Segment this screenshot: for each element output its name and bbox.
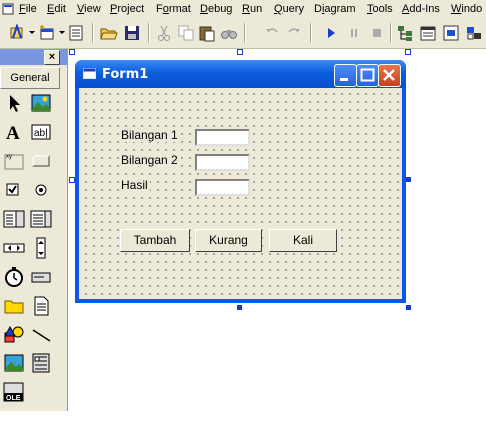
menu-view[interactable]: View — [77, 3, 101, 15]
toolbox-panel: × General A ab| xy OLE — [0, 49, 68, 411]
add-form-dropdown-icon[interactable] — [59, 31, 65, 34]
svg-text:A: A — [6, 123, 20, 143]
maximize-button[interactable] — [356, 64, 379, 87]
object-browser-icon[interactable] — [465, 24, 483, 42]
combobox-icon[interactable] — [3, 208, 25, 230]
start-icon[interactable] — [322, 24, 340, 42]
menu-bar: File Edit View Project Format Debug Run Query Di… — [0, 0, 486, 19]
menu-query[interactable]: Query — [274, 3, 304, 15]
redo-icon[interactable] — [285, 24, 303, 42]
menu-editor-icon[interactable] — [67, 24, 85, 42]
copy-icon[interactable] — [177, 24, 195, 42]
commandbutton-icon[interactable] — [30, 150, 52, 172]
tambah-button[interactable]: Tambah — [120, 229, 190, 252]
open-project-icon[interactable] — [100, 24, 118, 42]
vb-app-icon — [2, 3, 14, 15]
form-titlebar[interactable]: Form1 — [75, 60, 406, 88]
textbox-icon[interactable]: ab| — [30, 121, 52, 143]
textbox-hasil[interactable] — [195, 179, 250, 196]
image-icon[interactable] — [3, 352, 25, 374]
add-project-icon[interactable] — [8, 24, 26, 42]
resize-handle[interactable] — [406, 177, 411, 182]
line-icon[interactable] — [30, 324, 52, 346]
optionbutton-icon[interactable] — [30, 179, 52, 201]
toolbar-separator — [244, 23, 246, 43]
drivelistbox-icon[interactable] — [30, 266, 52, 288]
svg-text:OLE: OLE — [6, 395, 21, 402]
minimize-icon — [340, 78, 348, 81]
label-bilangan-1[interactable]: Bilangan 1 — [119, 128, 180, 142]
menu-project[interactable]: Project — [110, 3, 144, 15]
menu-file[interactable]: File — [19, 3, 37, 15]
paste-icon[interactable] — [198, 24, 216, 42]
frame-icon[interactable]: xy — [3, 150, 25, 172]
form-designer-window[interactable]: Form1 Bilangan 1 Bilangan 2 Hasil Tambah… — [75, 60, 406, 303]
add-project-dropdown-icon[interactable] — [29, 31, 35, 34]
dirlistbox-icon[interactable] — [3, 295, 25, 317]
standard-toolbar — [0, 19, 486, 49]
menu-diagram[interactable]: Diagram — [314, 3, 356, 15]
toolbar-separator — [310, 23, 312, 43]
form-client-area[interactable]: Bilangan 1 Bilangan 2 Hasil Tambah Kuran… — [79, 88, 402, 299]
toolbox-tab-general[interactable]: General — [0, 67, 60, 89]
menu-debug[interactable]: Debug — [200, 3, 232, 15]
toolbox-close-button[interactable]: × — [44, 50, 60, 65]
toolbox-titlebar: × — [0, 49, 67, 65]
textbox-bilangan-2[interactable] — [195, 154, 250, 171]
resize-handle[interactable] — [237, 305, 242, 310]
kali-button[interactable]: Kali — [269, 229, 337, 252]
menu-format[interactable]: Format — [156, 3, 191, 15]
toolbar-separator — [390, 23, 392, 43]
resize-handle[interactable] — [406, 305, 411, 310]
break-icon[interactable] — [345, 24, 363, 42]
find-icon[interactable] — [220, 24, 238, 42]
checkbox-icon[interactable] — [3, 179, 25, 201]
form-icon — [83, 68, 96, 79]
toolbar-separator — [148, 23, 150, 43]
vscrollbar-icon[interactable] — [30, 237, 52, 259]
minimize-button[interactable] — [334, 64, 357, 87]
form-title: Form1 — [102, 67, 149, 82]
close-button[interactable] — [378, 64, 401, 87]
textbox-bilangan-1[interactable] — [195, 129, 250, 146]
resize-handle[interactable] — [69, 177, 75, 183]
menu-windo[interactable]: Windo — [451, 3, 482, 15]
svg-text:ab|: ab| — [34, 128, 48, 139]
properties-window-icon[interactable] — [419, 24, 437, 42]
toolbar-separator — [92, 23, 94, 43]
close-icon — [383, 69, 395, 81]
data-icon[interactable] — [30, 352, 52, 374]
maximize-icon — [360, 68, 375, 82]
hscrollbar-icon[interactable] — [3, 237, 25, 259]
label-icon[interactable]: A — [3, 121, 25, 143]
label-hasil[interactable]: Hasil — [119, 178, 150, 192]
resize-handle[interactable] — [69, 49, 75, 55]
menu-edit[interactable]: Edit — [47, 3, 66, 15]
save-project-icon[interactable] — [123, 24, 141, 42]
timer-icon[interactable] — [3, 266, 25, 288]
kurang-button[interactable]: Kurang — [195, 229, 262, 252]
listbox-icon[interactable] — [30, 208, 52, 230]
pointer-icon[interactable] — [3, 92, 25, 114]
ole-icon[interactable]: OLE — [3, 381, 25, 403]
resize-handle[interactable] — [237, 49, 243, 55]
picturebox-icon[interactable] — [30, 92, 52, 114]
project-explorer-icon[interactable] — [396, 24, 414, 42]
shape-icon[interactable] — [3, 324, 25, 346]
filelistbox-icon[interactable] — [30, 295, 52, 317]
menu-add-ins[interactable]: Add-Ins — [402, 3, 440, 15]
undo-icon[interactable] — [263, 24, 281, 42]
svg-text:xy: xy — [6, 154, 12, 160]
cut-icon[interactable] — [155, 24, 173, 42]
end-icon[interactable] — [368, 24, 386, 42]
menu-tools[interactable]: Tools — [367, 3, 393, 15]
form-layout-icon[interactable] — [442, 24, 460, 42]
menu-run[interactable]: Run — [242, 3, 262, 15]
label-bilangan-2[interactable]: Bilangan 2 — [119, 153, 180, 167]
resize-handle[interactable] — [405, 49, 411, 55]
add-form-icon[interactable] — [38, 24, 56, 42]
